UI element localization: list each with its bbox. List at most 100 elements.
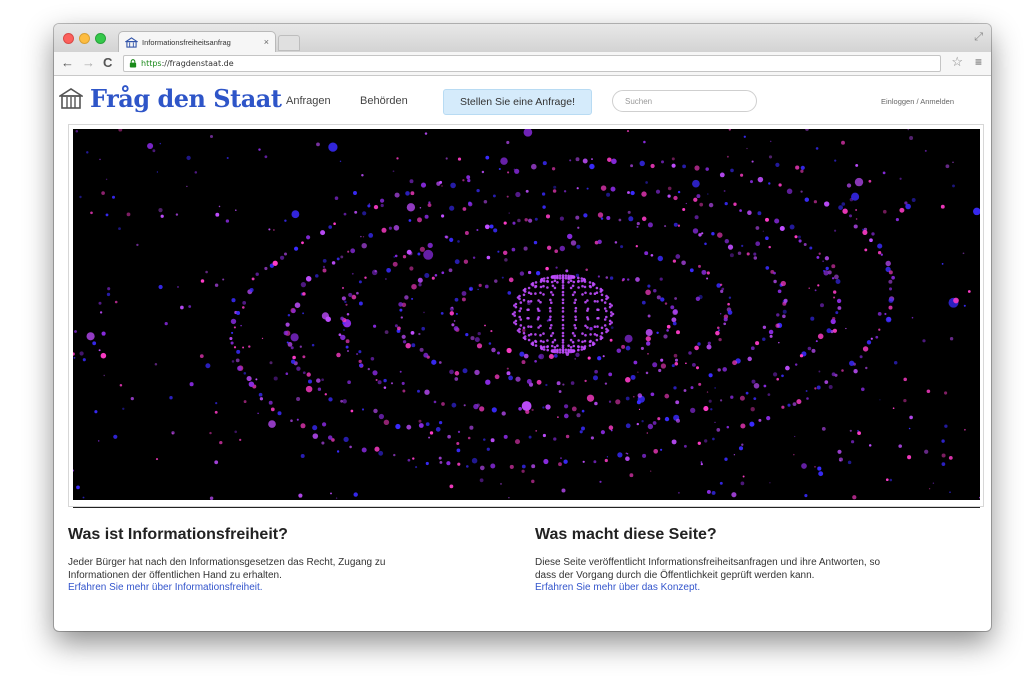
forward-arrow-icon[interactable]: → — [82, 55, 95, 71]
particle — [243, 372, 247, 375]
particle — [595, 334, 599, 337]
particle — [373, 408, 378, 414]
particle — [551, 340, 555, 344]
particle — [889, 478, 893, 482]
particle — [546, 245, 552, 250]
particle — [457, 240, 460, 243]
particle — [105, 178, 108, 181]
fullscreen-icon[interactable]: ⤢ — [974, 31, 983, 44]
particle — [472, 256, 476, 259]
nav-link-behoerden[interactable]: Behörden — [360, 95, 408, 107]
particle — [576, 187, 579, 190]
close-window-button[interactable] — [63, 33, 74, 44]
particle — [418, 419, 422, 423]
particle — [545, 214, 551, 219]
particle — [272, 260, 278, 266]
site-header: Fråg den Staat Anfragen Behörden Stellen… — [54, 76, 991, 124]
search-input[interactable] — [612, 90, 757, 112]
particle — [696, 194, 701, 199]
particle — [283, 330, 289, 336]
particle — [609, 276, 614, 280]
reload-icon[interactable]: C — [103, 55, 112, 71]
particle — [824, 256, 830, 261]
particle — [291, 210, 300, 219]
particle — [519, 318, 523, 321]
building-logo-icon[interactable] — [59, 87, 83, 111]
particle — [572, 344, 576, 348]
particle — [605, 315, 608, 319]
particle — [726, 425, 730, 429]
nav-link-anfragen[interactable]: Anfragen — [286, 95, 331, 107]
particle — [368, 233, 374, 238]
particle — [814, 387, 817, 390]
address-bar[interactable]: https://fragdenstaat.de — [123, 55, 941, 72]
particle — [243, 400, 247, 404]
particle — [575, 273, 580, 278]
particle — [230, 318, 237, 325]
particle — [911, 198, 916, 202]
particle — [815, 147, 819, 150]
particle — [690, 386, 694, 390]
particle — [534, 292, 537, 295]
particle — [454, 377, 459, 381]
particle — [551, 293, 555, 297]
hamburger-menu-icon[interactable]: ≡ — [975, 55, 982, 69]
particle — [851, 440, 855, 444]
particle — [762, 325, 767, 329]
particle — [99, 158, 101, 161]
particle — [160, 214, 164, 218]
particle — [339, 160, 342, 163]
maximize-window-button[interactable] — [95, 33, 106, 44]
particle — [147, 142, 154, 150]
particle — [583, 285, 587, 289]
particle — [877, 243, 883, 249]
particle — [542, 277, 546, 280]
back-arrow-icon[interactable]: ← — [61, 55, 74, 71]
particle — [882, 209, 887, 214]
particle — [226, 156, 229, 160]
particle — [755, 241, 761, 247]
particle — [311, 343, 315, 347]
particle — [549, 298, 552, 302]
particle — [699, 202, 704, 207]
site-logo[interactable]: Fråg den Staat — [90, 84, 282, 113]
particle — [794, 235, 798, 239]
login-link[interactable]: Einloggen / Anmelden — [881, 97, 954, 106]
particle — [469, 425, 474, 430]
particle — [724, 239, 729, 244]
particle — [534, 217, 538, 221]
particle — [118, 129, 123, 132]
particle — [746, 147, 748, 150]
particle — [647, 353, 649, 355]
particle — [322, 259, 327, 263]
particle — [546, 345, 549, 348]
particle — [361, 242, 367, 249]
star-icon[interactable]: ☆ — [951, 54, 963, 70]
tab-close-icon[interactable]: × — [264, 37, 269, 47]
particle — [82, 358, 86, 362]
particle — [949, 337, 954, 341]
particle — [755, 341, 760, 346]
particle — [545, 404, 551, 410]
particle — [831, 277, 835, 280]
particle — [609, 338, 613, 342]
particle — [805, 129, 809, 131]
particle — [815, 340, 818, 343]
particle — [825, 266, 829, 271]
link-mehr-konzept[interactable]: Erfahren Sie mehr über das Konzept. — [535, 582, 975, 595]
particle — [841, 140, 845, 145]
particle — [591, 341, 595, 344]
minimize-window-button[interactable] — [79, 33, 90, 44]
link-mehr-informationsfreiheit[interactable]: Erfahren Sie mehr über Informationsfreih… — [68, 582, 508, 595]
particle — [522, 326, 526, 330]
new-tab-button[interactable] — [278, 35, 300, 51]
particle — [345, 339, 350, 344]
particle — [553, 437, 557, 441]
particle — [588, 281, 592, 284]
particle — [462, 368, 468, 374]
browser-tab-active[interactable]: Informationsfreiheitsanfrag × — [118, 31, 276, 52]
particle — [446, 461, 451, 466]
particle — [803, 243, 807, 246]
make-request-button[interactable]: Stellen Sie eine Anfrage! — [443, 89, 592, 115]
particle — [286, 341, 289, 344]
